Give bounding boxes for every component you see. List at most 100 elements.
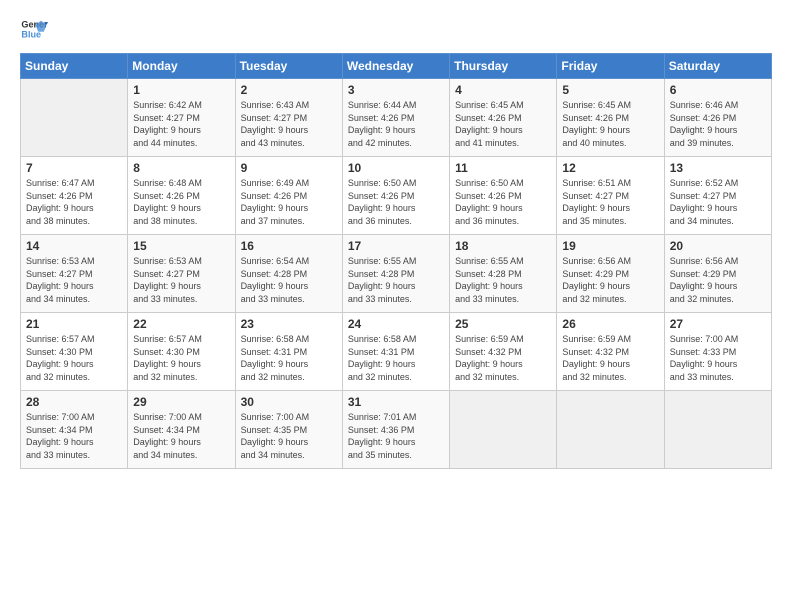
calendar-cell: 23 Sunrise: 6:58 AM Sunset: 4:31 PM Dayli… — [235, 313, 342, 391]
calendar-cell: 24Sunrise: 6:58 AM Sunset: 4:31 PM Dayli… — [342, 313, 449, 391]
day-number: 19 — [562, 239, 658, 253]
week-row-5: 28 Sunrise: 7:00 AM Sunset: 4:34 PM Dayli… — [21, 391, 772, 469]
calendar-cell: 7 Sunrise: 6:47 AM Sunset: 4:26 PM Daylig… — [21, 157, 128, 235]
day-info: Sunrise: 7:00 AM Sunset: 4:34 PM Dayligh… — [133, 411, 229, 461]
day-info: Sunrise: 6:49 AM Sunset: 4:26 PM Dayligh… — [241, 177, 337, 227]
calendar-cell: 30 Sunrise: 7:00 AM Sunset: 4:35 PM Dayli… — [235, 391, 342, 469]
day-number: 22 — [133, 317, 229, 331]
logo: General Blue — [20, 15, 52, 43]
day-number: 18 — [455, 239, 551, 253]
calendar-cell: 15Sunrise: 6:53 AM Sunset: 4:27 PM Dayli… — [128, 235, 235, 313]
day-number: 29 — [133, 395, 229, 409]
calendar-cell: 31 Sunrise: 7:01 AM Sunset: 4:36 PM Dayli… — [342, 391, 449, 469]
calendar-cell — [21, 79, 128, 157]
day-info: Sunrise: 6:59 AM Sunset: 4:32 PM Dayligh… — [562, 333, 658, 383]
day-info: Sunrise: 6:54 AM Sunset: 4:28 PM Dayligh… — [241, 255, 337, 305]
day-number: 9 — [241, 161, 337, 175]
day-number: 2 — [241, 83, 337, 97]
weekday-header-monday: Monday — [128, 54, 235, 79]
header: General Blue — [20, 15, 772, 43]
calendar-cell: 1 Sunrise: 6:42 AM Sunset: 4:27 PM Daylig… — [128, 79, 235, 157]
day-info: Sunrise: 6:58 AM Sunset: 4:31 PM Dayligh… — [348, 333, 444, 383]
calendar-cell: 25Sunrise: 6:59 AM Sunset: 4:32 PM Dayli… — [450, 313, 557, 391]
week-row-2: 7 Sunrise: 6:47 AM Sunset: 4:26 PM Daylig… — [21, 157, 772, 235]
calendar-table: SundayMondayTuesdayWednesdayThursdayFrid… — [20, 53, 772, 469]
day-info: Sunrise: 7:00 AM Sunset: 4:33 PM Dayligh… — [670, 333, 766, 383]
day-info: Sunrise: 6:57 AM Sunset: 4:30 PM Dayligh… — [133, 333, 229, 383]
day-info: Sunrise: 6:58 AM Sunset: 4:31 PM Dayligh… — [241, 333, 337, 383]
day-info: Sunrise: 7:00 AM Sunset: 4:34 PM Dayligh… — [26, 411, 122, 461]
day-number: 21 — [26, 317, 122, 331]
weekday-header-saturday: Saturday — [664, 54, 771, 79]
calendar-cell: 10 Sunrise: 6:50 AM Sunset: 4:26 PM Dayli… — [342, 157, 449, 235]
calendar-cell: 2 Sunrise: 6:43 AM Sunset: 4:27 PM Daylig… — [235, 79, 342, 157]
day-number: 30 — [241, 395, 337, 409]
weekday-header-row: SundayMondayTuesdayWednesdayThursdayFrid… — [21, 54, 772, 79]
calendar-cell: 8Sunrise: 6:48 AM Sunset: 4:26 PM Daylig… — [128, 157, 235, 235]
day-info: Sunrise: 6:50 AM Sunset: 4:26 PM Dayligh… — [455, 177, 551, 227]
day-number: 15 — [133, 239, 229, 253]
day-number: 14 — [26, 239, 122, 253]
weekday-header-wednesday: Wednesday — [342, 54, 449, 79]
calendar-cell: 29 Sunrise: 7:00 AM Sunset: 4:34 PM Dayli… — [128, 391, 235, 469]
day-info: Sunrise: 6:56 AM Sunset: 4:29 PM Dayligh… — [562, 255, 658, 305]
day-info: Sunrise: 6:50 AM Sunset: 4:26 PM Dayligh… — [348, 177, 444, 227]
day-number: 5 — [562, 83, 658, 97]
day-info: Sunrise: 6:42 AM Sunset: 4:27 PM Dayligh… — [133, 99, 229, 149]
day-number: 26 — [562, 317, 658, 331]
day-info: Sunrise: 6:57 AM Sunset: 4:30 PM Dayligh… — [26, 333, 122, 383]
day-info: Sunrise: 6:47 AM Sunset: 4:26 PM Dayligh… — [26, 177, 122, 227]
calendar-cell — [557, 391, 664, 469]
day-info: Sunrise: 6:43 AM Sunset: 4:27 PM Dayligh… — [241, 99, 337, 149]
calendar-cell: 28 Sunrise: 7:00 AM Sunset: 4:34 PM Dayli… — [21, 391, 128, 469]
logo-icon: General Blue — [20, 15, 48, 43]
calendar-cell: 6Sunrise: 6:46 AM Sunset: 4:26 PM Daylig… — [664, 79, 771, 157]
calendar-container: General Blue SundayMondayTuesdayWednesda… — [0, 0, 792, 612]
week-row-4: 21 Sunrise: 6:57 AM Sunset: 4:30 PM Dayli… — [21, 313, 772, 391]
calendar-cell: 26 Sunrise: 6:59 AM Sunset: 4:32 PM Dayli… — [557, 313, 664, 391]
day-number: 16 — [241, 239, 337, 253]
day-number: 28 — [26, 395, 122, 409]
day-number: 7 — [26, 161, 122, 175]
day-info: Sunrise: 7:00 AM Sunset: 4:35 PM Dayligh… — [241, 411, 337, 461]
day-number: 4 — [455, 83, 551, 97]
week-row-1: 1 Sunrise: 6:42 AM Sunset: 4:27 PM Daylig… — [21, 79, 772, 157]
calendar-cell: 17 Sunrise: 6:55 AM Sunset: 4:28 PM Dayli… — [342, 235, 449, 313]
day-info: Sunrise: 6:52 AM Sunset: 4:27 PM Dayligh… — [670, 177, 766, 227]
calendar-cell: 4 Sunrise: 6:45 AM Sunset: 4:26 PM Daylig… — [450, 79, 557, 157]
weekday-header-thursday: Thursday — [450, 54, 557, 79]
weekday-header-sunday: Sunday — [21, 54, 128, 79]
calendar-cell: 14Sunrise: 6:53 AM Sunset: 4:27 PM Dayli… — [21, 235, 128, 313]
day-info: Sunrise: 6:55 AM Sunset: 4:28 PM Dayligh… — [348, 255, 444, 305]
calendar-cell — [664, 391, 771, 469]
day-number: 17 — [348, 239, 444, 253]
day-number: 10 — [348, 161, 444, 175]
day-info: Sunrise: 6:45 AM Sunset: 4:26 PM Dayligh… — [455, 99, 551, 149]
day-number: 12 — [562, 161, 658, 175]
calendar-cell: 22 Sunrise: 6:57 AM Sunset: 4:30 PM Dayli… — [128, 313, 235, 391]
calendar-cell: 21 Sunrise: 6:57 AM Sunset: 4:30 PM Dayli… — [21, 313, 128, 391]
calendar-cell: 18 Sunrise: 6:55 AM Sunset: 4:28 PM Dayli… — [450, 235, 557, 313]
day-number: 23 — [241, 317, 337, 331]
day-number: 6 — [670, 83, 766, 97]
day-number: 31 — [348, 395, 444, 409]
day-number: 27 — [670, 317, 766, 331]
day-number: 20 — [670, 239, 766, 253]
calendar-cell: 19 Sunrise: 6:56 AM Sunset: 4:29 PM Dayli… — [557, 235, 664, 313]
calendar-cell: 9 Sunrise: 6:49 AM Sunset: 4:26 PM Daylig… — [235, 157, 342, 235]
calendar-cell — [450, 391, 557, 469]
day-info: Sunrise: 6:56 AM Sunset: 4:29 PM Dayligh… — [670, 255, 766, 305]
day-info: Sunrise: 6:44 AM Sunset: 4:26 PM Dayligh… — [348, 99, 444, 149]
week-row-3: 14Sunrise: 6:53 AM Sunset: 4:27 PM Dayli… — [21, 235, 772, 313]
day-info: Sunrise: 6:55 AM Sunset: 4:28 PM Dayligh… — [455, 255, 551, 305]
calendar-cell: 16 Sunrise: 6:54 AM Sunset: 4:28 PM Dayli… — [235, 235, 342, 313]
day-info: Sunrise: 6:45 AM Sunset: 4:26 PM Dayligh… — [562, 99, 658, 149]
weekday-header-friday: Friday — [557, 54, 664, 79]
calendar-cell: 27 Sunrise: 7:00 AM Sunset: 4:33 PM Dayli… — [664, 313, 771, 391]
calendar-cell: 20 Sunrise: 6:56 AM Sunset: 4:29 PM Dayli… — [664, 235, 771, 313]
day-info: Sunrise: 7:01 AM Sunset: 4:36 PM Dayligh… — [348, 411, 444, 461]
day-number: 11 — [455, 161, 551, 175]
day-number: 1 — [133, 83, 229, 97]
day-info: Sunrise: 6:59 AM Sunset: 4:32 PM Dayligh… — [455, 333, 551, 383]
calendar-cell: 11 Sunrise: 6:50 AM Sunset: 4:26 PM Dayli… — [450, 157, 557, 235]
